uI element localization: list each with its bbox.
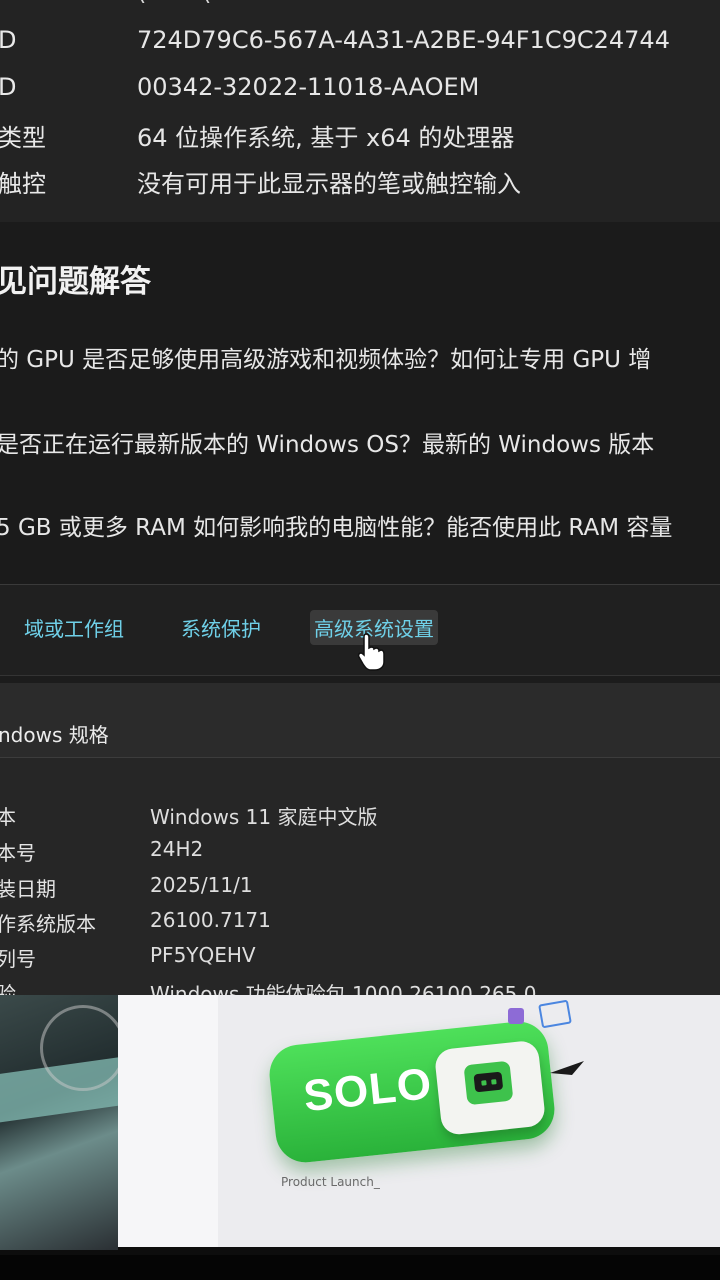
robot-eye-right — [491, 1079, 497, 1085]
spec-value[interactable]: 724D79C6-567A-4A31-A2BE-94F1C9C24744 — [137, 26, 670, 54]
win-row-os-build: 作系统版本 26100.7171 — [0, 908, 720, 942]
win-row-edition: 本 Windows 11 家庭中文版 — [0, 801, 720, 835]
device-specs-card: (…… (…… D 724D79C6-567A-4A31-A2BE-94F1C9… — [0, 0, 720, 223]
win-spec-value[interactable]: 24H2 — [150, 837, 203, 861]
win-row-version: 本号 24H2 — [0, 837, 720, 871]
bottom-bezel — [0, 1255, 720, 1280]
link-domain-workgroup[interactable]: 域或工作组 — [24, 613, 124, 642]
app-icon-purple — [508, 1008, 524, 1024]
video-thumbnail[interactable] — [0, 995, 118, 1250]
faq-section: 见问题解答 的 GPU 是否足够使用高级游戏和视频体验？如何让专用 GPU 增 … — [0, 222, 720, 585]
spec-label: 触控 — [0, 170, 46, 198]
robot-eye-left — [481, 1080, 487, 1086]
thumbnail-curl — [40, 1005, 118, 1091]
win-spec-label: 本号 — [0, 841, 36, 865]
win-row-install-date: 装日期 2025/11/1 — [0, 873, 720, 907]
spec-value[interactable]: 64 位操作系统, 基于 x64 的处理器 — [137, 118, 514, 153]
faq-title: 见问题解答 — [0, 264, 151, 300]
win-row-serial: 列号 PF5YQEHV — [0, 943, 720, 977]
win-spec-label: 列号 — [0, 947, 36, 971]
win-spec-value[interactable]: Windows 11 家庭中文版 — [150, 801, 377, 830]
solo-keycap — [433, 1039, 547, 1137]
spec-row-system-type: 类型 64 位操作系统, 基于 x64 的处理器 — [0, 118, 720, 158]
promo-caption: Product Launch_ — [281, 1175, 380, 1189]
win-spec-label: 作系统版本 — [0, 912, 96, 936]
robot-icon — [463, 1060, 514, 1106]
system-about-page: (…… (…… D 724D79C6-567A-4A31-A2BE-94F1C9… — [0, 0, 720, 1280]
spec-value[interactable]: 00342-32022-11018-AAOEM — [137, 73, 479, 101]
spec-label: D — [0, 73, 17, 101]
spec-row-product-id: D 00342-32022-11018-AAOEM — [0, 73, 720, 113]
spec-label: 类型 — [0, 124, 46, 152]
win-spec-value[interactable]: 2025/11/1 — [150, 873, 253, 897]
promo-side-panel — [118, 995, 218, 1247]
spec-value[interactable]: 没有可用于此显示器的笔或触控输入 — [137, 164, 521, 199]
win-spec-value[interactable]: 26100.7171 — [150, 908, 271, 932]
media-strip: SOLO Product Launch_ — [0, 995, 720, 1255]
spec-row-pen-touch: 触控 没有可用于此显示器的笔或触控输入 — [0, 164, 720, 204]
spec-row-device-id: D 724D79C6-567A-4A31-A2BE-94F1C9C24744 — [0, 26, 720, 66]
hand-pointer-icon — [357, 633, 385, 671]
win-spec-label: 本 — [0, 805, 16, 829]
solo-button-label: SOLO — [301, 1059, 435, 1122]
clipped-spec-text: (…… (…… — [137, 0, 259, 6]
win-spec-value[interactable]: PF5YQEHV — [150, 943, 256, 967]
faq-question-gpu[interactable]: 的 GPU 是否足够使用高级游戏和视频体验？如何让专用 GPU 增 — [0, 340, 651, 374]
windows-specs-header[interactable]: ndows 规格 — [0, 683, 720, 758]
win-spec-label: 装日期 — [0, 877, 56, 901]
windows-specs-title: ndows 规格 — [0, 723, 109, 747]
faq-question-windows-version[interactable]: 是否正在运行最新版本的 Windows OS？最新的 Windows 版本 — [0, 425, 654, 459]
arrow-cursor-icon — [550, 1061, 584, 1075]
windows-specs-card: ndows 规格 本 Windows 11 家庭中文版 本号 24H2 装日期 … — [0, 683, 720, 1006]
app-icon-blue — [538, 999, 572, 1029]
spec-label: D — [0, 26, 17, 54]
link-system-protection[interactable]: 系统保护 — [181, 613, 261, 642]
faq-question-ram[interactable]: 5 GB 或更多 RAM 如何影响我的电脑性能？能否使用此 RAM 容量 — [0, 508, 672, 542]
